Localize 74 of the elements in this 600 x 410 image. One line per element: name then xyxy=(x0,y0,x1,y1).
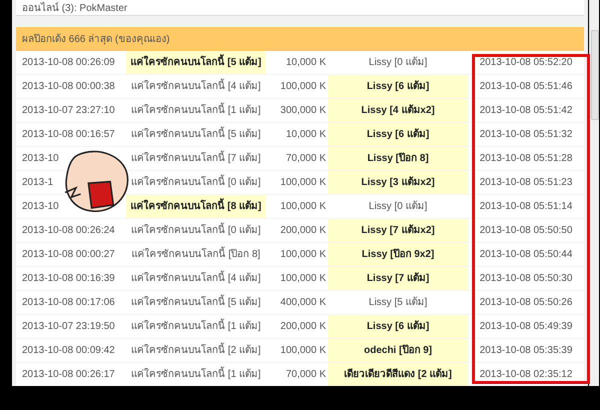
time-cell-text: 2013-10 xyxy=(21,200,60,214)
bet-cell-text: 300,000 K xyxy=(279,104,327,118)
bet-cell-text: 400,000 K xyxy=(279,296,327,310)
bet-cell-text: 200,000 K xyxy=(279,224,327,238)
time-cell-text: 2013-10-08 00:00:27 xyxy=(21,248,116,262)
time-cell-text: 2013-10-08 00:09:42 xyxy=(21,344,116,358)
time-cell-text: 2013-10-08 05:50:44 xyxy=(478,248,574,262)
scroll-thumb[interactable] xyxy=(591,30,599,120)
time-cell-text: 2013-10-08 05:51:28 xyxy=(478,152,574,166)
bet-cell-text: 200,000 K xyxy=(279,320,327,334)
bet-cell-text: 70,000 K xyxy=(284,152,327,166)
player-cell: แค่ใครซักคนบนโลกนี้ [1 แต้ม] xyxy=(126,99,266,122)
bet-cell-text: 70,000 K xyxy=(284,368,327,382)
time-cell-text: 2013-10-08 00:26:09 xyxy=(21,56,116,70)
time-cell-text: 2013-10-08 05:35:39 xyxy=(478,344,574,358)
time-cell-text: 2013-10-08 05:51:42 xyxy=(478,104,574,118)
player-cell: แค่ใครซักคนบนโลกนี้ [8 แต้ม] xyxy=(126,195,266,218)
time-cell-text: 2013-10-08 00:26:24 xyxy=(21,224,116,238)
time-cell-text: 2013-1 xyxy=(21,176,54,190)
bet-cell-text: 10,000 K xyxy=(284,56,327,70)
bet-cell-text: 100,000 K xyxy=(279,200,327,214)
player-cell: Lissy [ป๊อก 8] xyxy=(328,147,468,170)
time-cell-text: 2013-10-08 05:50:50 xyxy=(478,224,574,238)
time-cell-text: 2013-10-07 23:19:50 xyxy=(21,320,116,334)
time-cell-text: 2013-10-08 05:50:26 xyxy=(478,296,574,310)
player-cell: แค่ใครซักคนบนโลกนี้ [4 แต้ม] xyxy=(126,267,266,290)
time-cell-text: 2013-10-08 05:51:46 xyxy=(478,80,574,94)
player-cell: แค่ใครซักคนบนโลกนี้ [0 แต้ม] xyxy=(126,171,266,194)
bet-cell-text: 100,000 K xyxy=(279,344,327,358)
player-cell: แค่ใครซักคนบนโลกนี้ [1 แต้ม] xyxy=(126,315,266,338)
player-cell: แค่ใครซักคนบนโลกนี้ [2 แต้ม] xyxy=(126,339,266,362)
time-cell-text: 2013-10-08 05:49:39 xyxy=(478,320,574,334)
player-cell-text: Lissy [0 แต้ม] xyxy=(368,200,428,214)
time-cell-text: 2013-10-08 00:16:57 xyxy=(21,128,116,142)
bet-cell-text: 100,000 K xyxy=(279,176,327,190)
player-cell: Lissy [7 แต้ม] xyxy=(328,267,468,290)
bet-cell-text: 100,000 K xyxy=(279,272,327,286)
time-cell-text: 2013-10-08 05:51:23 xyxy=(478,176,574,190)
player-cell: Lissy [4 แต้มx2] xyxy=(328,99,468,122)
bet-cell-text: 10,000 K xyxy=(284,128,327,142)
player-cell: เดียวเดียวดีสีแดง [2 แต้ม] xyxy=(328,363,468,386)
player-cell: Lissy [6 แต้ม] xyxy=(328,315,468,338)
time-cell-text: 2013-10-07 23:27:10 xyxy=(21,104,116,118)
player-cell: Lissy [3 แต้มx2] xyxy=(328,171,468,194)
bet-cell-text: 100,000 K xyxy=(279,80,327,94)
player-cell: Lissy [7 แต้มx2] xyxy=(328,219,468,242)
player-cell: Lissy [6 แต้ม] xyxy=(328,75,468,98)
player-cell: แค่ใครซักคนบนโลกนี้ [5 แต้ม] xyxy=(126,51,266,74)
time-cell-text: 2013-10-08 05:52:20 xyxy=(478,56,574,70)
player-cell: odechi [ป๊อก 9] xyxy=(328,339,468,362)
player-cell: แค่ใครซักคนบนโลกนี้ [1 แต้ม] xyxy=(126,363,266,386)
results-header-text: ผลป๊อกเด้ง 666 ล่าสุด (ของคุณเอง) xyxy=(22,32,170,46)
online-users-text: ออนไลน์ (3): PokMaster xyxy=(22,3,128,15)
time-cell-text: 2013-10-08 05:50:30 xyxy=(478,272,574,286)
time-cell-text: 2013-10-08 02:35:12 xyxy=(478,368,574,382)
player-cell: แค่ใครซักคนบนโลกนี้ [ป๊อก 8] xyxy=(126,243,266,266)
player-cell: แค่ใครซักคนบนโลกนี้ [7 แต้ม] xyxy=(126,147,266,170)
player-cell-text: Lissy [5 แต้ม] xyxy=(368,296,428,310)
player-cell: แค่ใครซักคนบนโลกนี้ [0 แต้ม] xyxy=(126,219,266,242)
bet-cell-text: 100,000 K xyxy=(279,248,327,262)
player-cell: แค่ใครซักคนบนโลกนี้ [5 แต้ม] xyxy=(126,291,266,314)
time-cell-text: 2013-10-08 00:00:38 xyxy=(21,80,116,94)
time-cell-text: 2013-10-08 00:16:39 xyxy=(21,272,116,286)
scrollbar[interactable] xyxy=(589,0,599,386)
time-cell-text: 2013-10-08 00:17:06 xyxy=(21,296,116,310)
player-cell: แค่ใครซักคนบนโลกนี้ [5 แต้ม] xyxy=(126,123,266,146)
player-cell: Lissy [6 แต้ม] xyxy=(328,123,468,146)
time-cell-text: 2013-10-08 05:51:14 xyxy=(478,200,574,214)
player-cell: Lissy [ป๊อก 9x2] xyxy=(328,243,468,266)
time-cell-text: 2013-10-08 00:26:17 xyxy=(21,368,116,382)
player-cell-text: Lissy [0 แต้ม] xyxy=(368,56,428,70)
time-cell-text: 2013-10 xyxy=(21,152,60,166)
time-cell-text: 2013-10-08 05:51:32 xyxy=(478,128,574,142)
player-cell: แค่ใครซักคนบนโลกนี้ [4 แต้ม] xyxy=(126,75,266,98)
